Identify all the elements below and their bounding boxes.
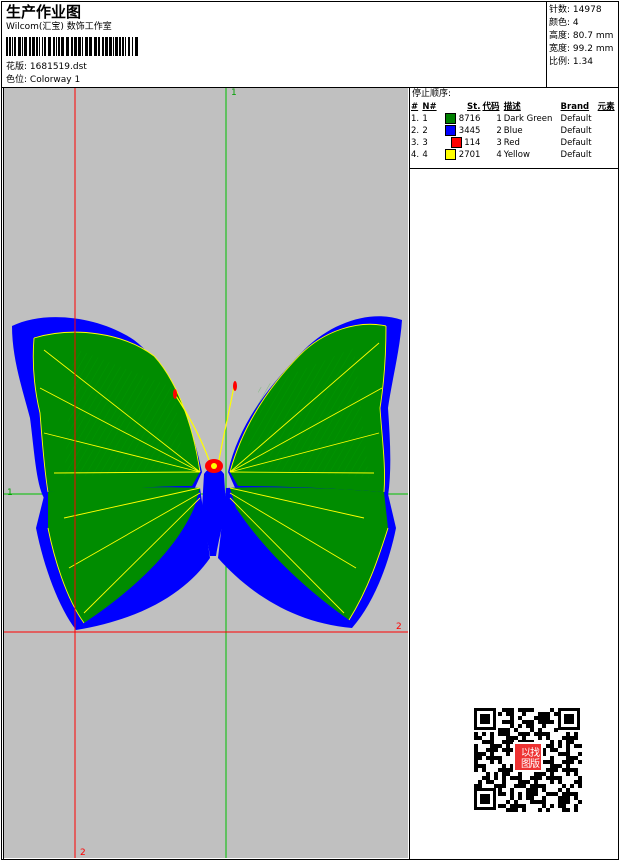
guide-label-red-right: 2 [396, 622, 402, 632]
guide-label-green-left: 1 [7, 488, 13, 498]
color-swatch [445, 125, 457, 136]
page-title: 生产作业图 [6, 3, 82, 21]
table-row: 2. 2 3445 2 Blue Default [411, 125, 592, 136]
guide-label-green-top: 1 [231, 88, 237, 98]
stat-width: 宽度: 99.2 mm [549, 44, 614, 54]
stop-sequence-title: 停止顺序: [412, 89, 452, 99]
color-swatch [445, 113, 457, 124]
design-label: 花版: [6, 62, 28, 72]
stat-scale: 比例: 1.34 [549, 57, 593, 67]
table-row: 1. 1 8716 1 Dark Green Default [411, 113, 592, 124]
design-preview: 1 1 2 2 [4, 88, 408, 858]
design-file-name: 1681519.dst [29, 62, 87, 72]
stat-colors: 颜色: 4 [549, 18, 579, 28]
barcode [6, 37, 138, 56]
stamp-char-3: 找 [530, 746, 540, 759]
studio-name: Wilcom(汇宝) 数饰工作室 [6, 22, 112, 32]
colorway-label: 色位: [6, 75, 28, 85]
color-sequence-table: # N# St. 代码 描述 Brand 元素 1. 1 8716 1 Dark Gr… [410, 101, 618, 161]
table-header: # N# St. 代码 描述 Brand 元素 [411, 102, 615, 112]
qr-code: 以 图 找 版 [470, 704, 584, 814]
colorway: 色位: Colorway 1 [6, 75, 80, 86]
butterfly-artwork [4, 88, 408, 858]
color-swatch [445, 149, 457, 160]
table-row: 4. 4 2701 4 Yellow Default [411, 149, 592, 160]
guide-label-red-bottom: 2 [80, 848, 86, 858]
stat-stitches: 针数: 14978 [549, 5, 602, 15]
color-swatch [450, 137, 462, 148]
table-row: 3. 3 114 3 Red Default [411, 137, 592, 148]
colorway-name: Colorway 1 [29, 75, 81, 85]
stamp-char-4: 版 [530, 757, 540, 770]
stat-height: 高度: 80.7 mm [549, 31, 614, 41]
design-file: 花版: 1681519.dst [6, 62, 87, 73]
